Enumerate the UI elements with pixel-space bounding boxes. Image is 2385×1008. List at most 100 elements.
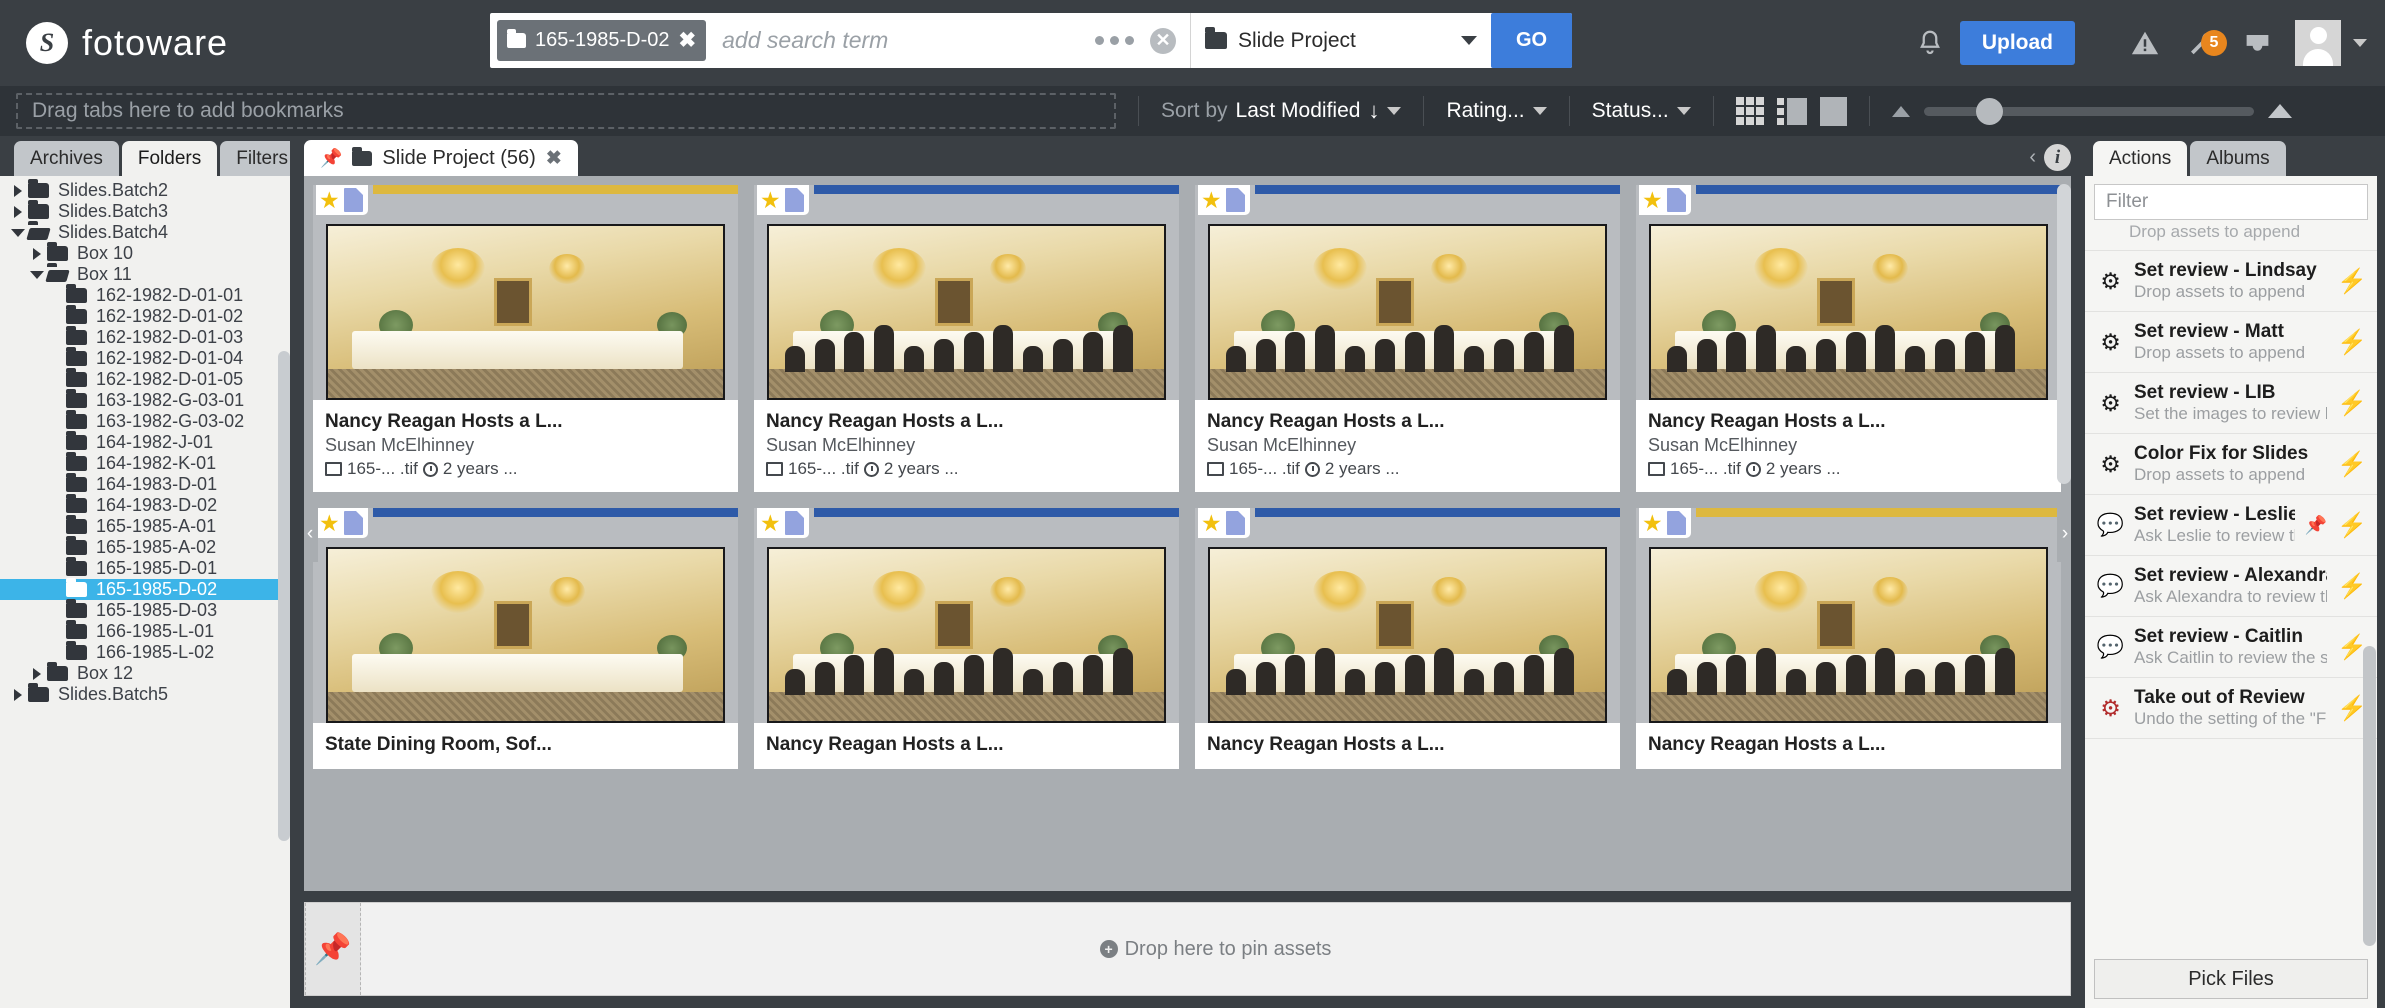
asset-thumbnail[interactable] [767,224,1166,400]
actions-scrollbar[interactable] [2363,646,2376,946]
star-icon[interactable]: ★ [1642,188,1663,212]
lightning-bolt-icon[interactable]: ⚡ [2337,511,2367,540]
tree-item-slides-batch4[interactable]: Slides.Batch4 [0,221,290,243]
asset-card[interactable]: ★ State Dining Room, Sof... [313,508,738,769]
tree-item-162-1982-d-01-03[interactable]: 162-1982-D-01-03 [0,326,290,348]
lightning-bolt-icon[interactable]: ⚡ [2337,328,2367,357]
asset-grid[interactable]: ★ Nancy Reagan Hosts a L... Susan McElhinn… [304,176,2071,891]
tree-item-slides-batch3[interactable]: Slides.Batch3 [0,200,290,222]
star-icon[interactable]: ★ [319,511,340,535]
action-item[interactable]: 💬 Set review - Caitlin Ask Caitlin to revi… [2085,617,2377,678]
previous-arrow-icon[interactable]: ‹ [304,505,318,562]
tab-actions[interactable]: Actions [2093,141,2188,176]
asset-thumbnail[interactable] [326,547,725,723]
asset-thumbnail[interactable] [1649,224,2048,400]
tab-archives[interactable]: Archives [14,141,119,176]
tab-albums[interactable]: Albums [2190,141,2286,176]
action-item[interactable]: ⚙ Set review - LIB Set the images to revie… [2085,373,2377,434]
tree-item-box-11[interactable]: Box 11 [0,263,290,285]
pin-icon[interactable]: 📌 [2305,515,2327,536]
document-icon[interactable] [343,511,363,535]
zoom-out-icon[interactable] [1891,105,1910,117]
next-arrow-icon[interactable]: › [2057,505,2071,562]
asset-card[interactable]: ★ Nancy Reagan Hosts a L... Susan McElhinn… [1195,185,1620,492]
document-icon[interactable] [1225,511,1245,535]
asset-thumbnail[interactable] [1208,224,1607,400]
rating-filter[interactable]: Rating... [1446,99,1547,123]
search-input[interactable]: add search term ✕ [706,27,1190,54]
expand-arrow-icon[interactable] [8,205,28,218]
pin-icon[interactable]: 📌 [320,148,342,169]
star-icon[interactable]: ★ [1642,511,1663,535]
tree-item-164-1983-d-01[interactable]: 164-1983-D-01 [0,473,290,495]
single-view-icon[interactable] [1819,96,1847,126]
bookmarks-dropzone[interactable]: Drag tabs here to add bookmarks [16,93,1116,129]
info-icon[interactable]: i [2044,144,2071,171]
user-avatar[interactable] [2295,20,2341,66]
tree-item-box-10[interactable]: Box 10 [0,242,290,264]
grid-view-icon[interactable] [1735,97,1764,125]
tree-item-166-1985-l-01[interactable]: 166-1985-L-01 [0,620,290,642]
tab-slide-project[interactable]: 📌 Slide Project (56) ✖ [304,140,578,176]
tree-item-164-1983-d-02[interactable]: 164-1983-D-02 [0,494,290,516]
collapse-arrow-icon[interactable] [27,270,47,279]
close-icon[interactable]: ✖ [679,28,697,53]
tree-item-162-1982-d-01-05[interactable]: 162-1982-D-01-05 [0,368,290,390]
star-icon[interactable]: ★ [760,511,781,535]
expand-arrow-icon[interactable] [27,667,47,680]
actions-filter-input[interactable]: Filter [2094,184,2368,220]
close-icon[interactable]: ✖ [546,147,562,170]
tree-item-163-1982-g-03-02[interactable]: 163-1982-G-03-02 [0,410,290,432]
asset-card[interactable]: ★ Nancy Reagan Hosts a L... [1636,508,2061,769]
lightning-bolt-icon[interactable]: ⚡ [2337,450,2367,479]
folder-tree[interactable]: Slides.Batch2 Slides.Batch3 Slides.Batch4 B… [0,176,290,1008]
actions-partial-item[interactable]: Drop assets to append [2085,222,2377,251]
asset-thumbnail[interactable] [326,224,725,400]
actions-list[interactable]: Drop assets to append ⚙ Set review - Linds… [2085,220,2377,952]
lightning-bolt-icon[interactable]: ⚡ [2337,389,2367,418]
expand-arrow-icon[interactable] [27,247,47,260]
expand-arrow-icon[interactable] [8,688,28,701]
asset-card[interactable]: ★ Nancy Reagan Hosts a L... Susan McElhinn… [313,185,738,492]
star-icon[interactable]: ★ [760,188,781,212]
tree-item-162-1982-d-01-04[interactable]: 162-1982-D-01-04 [0,347,290,369]
search-scope-chip[interactable]: 165-1985-D-02 ✖ [497,20,707,61]
asset-thumbnail[interactable] [767,547,1166,723]
star-icon[interactable]: ★ [319,188,340,212]
action-item[interactable]: ⚙ Take out of Review Undo the setting of t… [2085,678,2377,739]
document-icon[interactable] [1666,511,1686,535]
tree-item-165-1985-a-01[interactable]: 165-1985-A-01 [0,515,290,537]
chevron-left-icon[interactable]: ‹ [2029,146,2036,169]
grid-scrollbar[interactable] [2057,184,2071,484]
star-icon[interactable]: ★ [1201,188,1222,212]
slider-track[interactable] [1923,97,2254,125]
slider-knob[interactable] [1975,97,2003,125]
app-logo[interactable]: S fotoware [26,22,228,64]
document-icon[interactable] [1225,188,1245,212]
zoom-in-icon[interactable] [2267,104,2292,118]
tab-folders[interactable]: Folders [121,141,218,176]
action-item[interactable]: 💬 Set review - Leslie Ask Leslie to review… [2085,495,2377,556]
document-icon[interactable] [343,188,363,212]
collapse-arrow-icon[interactable] [8,228,28,237]
lightning-bolt-icon[interactable]: ⚡ [2337,572,2367,601]
asset-thumbnail[interactable] [1208,547,1607,723]
asset-card[interactable]: ★ Nancy Reagan Hosts a L... Susan McElhinn… [754,185,1179,492]
tree-item-165-1985-d-03[interactable]: 165-1985-D-03 [0,599,290,621]
tree-item-164-1982-j-01[interactable]: 164-1982-J-01 [0,431,290,453]
inbox-icon[interactable] [2229,29,2285,58]
document-icon[interactable] [1666,188,1686,212]
tree-item-166-1985-l-02[interactable]: 166-1985-L-02 [0,641,290,663]
action-item[interactable]: ⚙ Set review - Lindsay Drop assets to appe… [2085,251,2377,312]
clear-search-icon[interactable]: ✕ [1150,27,1176,54]
expand-arrow-icon[interactable] [8,184,28,197]
tree-item-slides-batch5[interactable]: Slides.Batch5 [0,683,290,705]
document-icon[interactable] [784,188,804,212]
pick-files-button[interactable]: Pick Files [2094,959,2368,999]
arrow-down-icon[interactable]: ↓ [1368,98,1379,124]
wrench-icon[interactable]: 5 [2173,28,2229,58]
tree-item-box-12[interactable]: Box 12 [0,662,290,684]
tree-item-162-1982-d-01-02[interactable]: 162-1982-D-01-02 [0,305,290,327]
left-panel-scrollbar[interactable] [278,351,290,841]
notifications-bell-icon[interactable] [1900,27,1960,59]
